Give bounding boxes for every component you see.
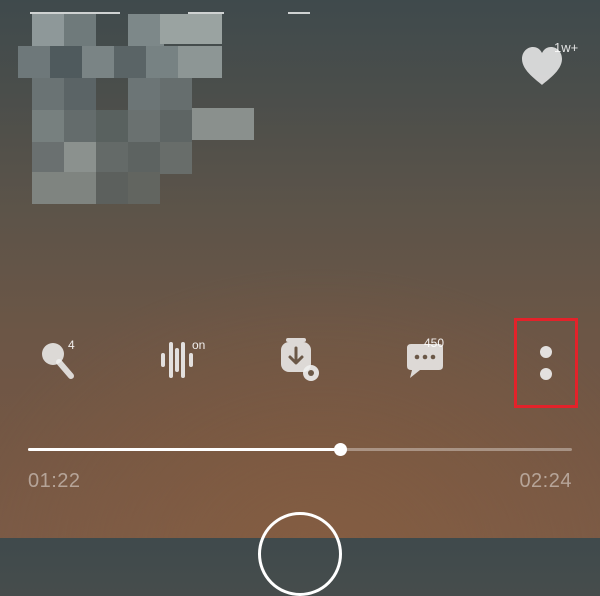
more-vertical-icon xyxy=(540,346,552,380)
mosaic-pixel xyxy=(128,142,160,174)
pixelated-song-info xyxy=(18,14,254,204)
like-count: 1w+ xyxy=(554,40,579,55)
mosaic-pixel xyxy=(128,172,160,204)
sound-effect-badge: on xyxy=(192,338,206,352)
status-tick xyxy=(288,12,310,14)
mosaic-pixel xyxy=(192,108,254,140)
mosaic-pixel xyxy=(160,14,222,44)
mosaic-pixel xyxy=(32,78,64,110)
like-button[interactable]: 1w+ xyxy=(518,40,578,90)
playback-progress-bar[interactable] xyxy=(28,443,572,457)
more-options-button[interactable] xyxy=(514,318,578,408)
player-action-bar: 4 on 450 xyxy=(0,330,600,400)
mosaic-pixel xyxy=(32,110,64,142)
mosaic-pixel xyxy=(32,172,96,204)
mosaic-pixel xyxy=(178,46,222,78)
mosaic-pixel xyxy=(96,172,128,204)
mosaic-pixel xyxy=(82,46,114,78)
progress-thumb[interactable] xyxy=(334,443,348,456)
mosaic-pixel xyxy=(128,110,160,142)
mosaic-pixel xyxy=(64,110,96,142)
mosaic-pixel xyxy=(50,46,82,78)
sound-effect-button[interactable]: on xyxy=(142,330,212,390)
karaoke-button[interactable]: 4 xyxy=(22,330,92,390)
mosaic-pixel xyxy=(146,46,178,78)
mosaic-pixel xyxy=(114,46,146,78)
mosaic-pixel xyxy=(160,110,192,142)
download-button[interactable] xyxy=(264,330,334,390)
download-icon xyxy=(281,338,319,381)
mosaic-pixel xyxy=(128,78,160,110)
elapsed-time: 01:22 xyxy=(28,470,81,492)
play-pause-button[interactable] xyxy=(258,512,342,596)
mosaic-pixel xyxy=(160,142,192,174)
mosaic-pixel xyxy=(64,142,96,174)
mosaic-pixel xyxy=(160,78,192,110)
mosaic-pixel xyxy=(128,14,164,46)
mosaic-pixel xyxy=(96,110,128,142)
total-duration: 02:24 xyxy=(519,470,572,492)
mosaic-pixel xyxy=(32,142,64,174)
mosaic-pixel xyxy=(18,46,50,78)
mosaic-pixel xyxy=(96,142,128,174)
mosaic-pixel xyxy=(64,14,96,46)
progress-fill xyxy=(28,448,341,451)
karaoke-badge: 4 xyxy=(68,338,75,352)
mosaic-pixel xyxy=(32,14,64,46)
comments-button[interactable]: 450 xyxy=(390,330,460,390)
comment-count-badge: 450 xyxy=(424,336,445,350)
mosaic-pixel xyxy=(64,78,96,110)
